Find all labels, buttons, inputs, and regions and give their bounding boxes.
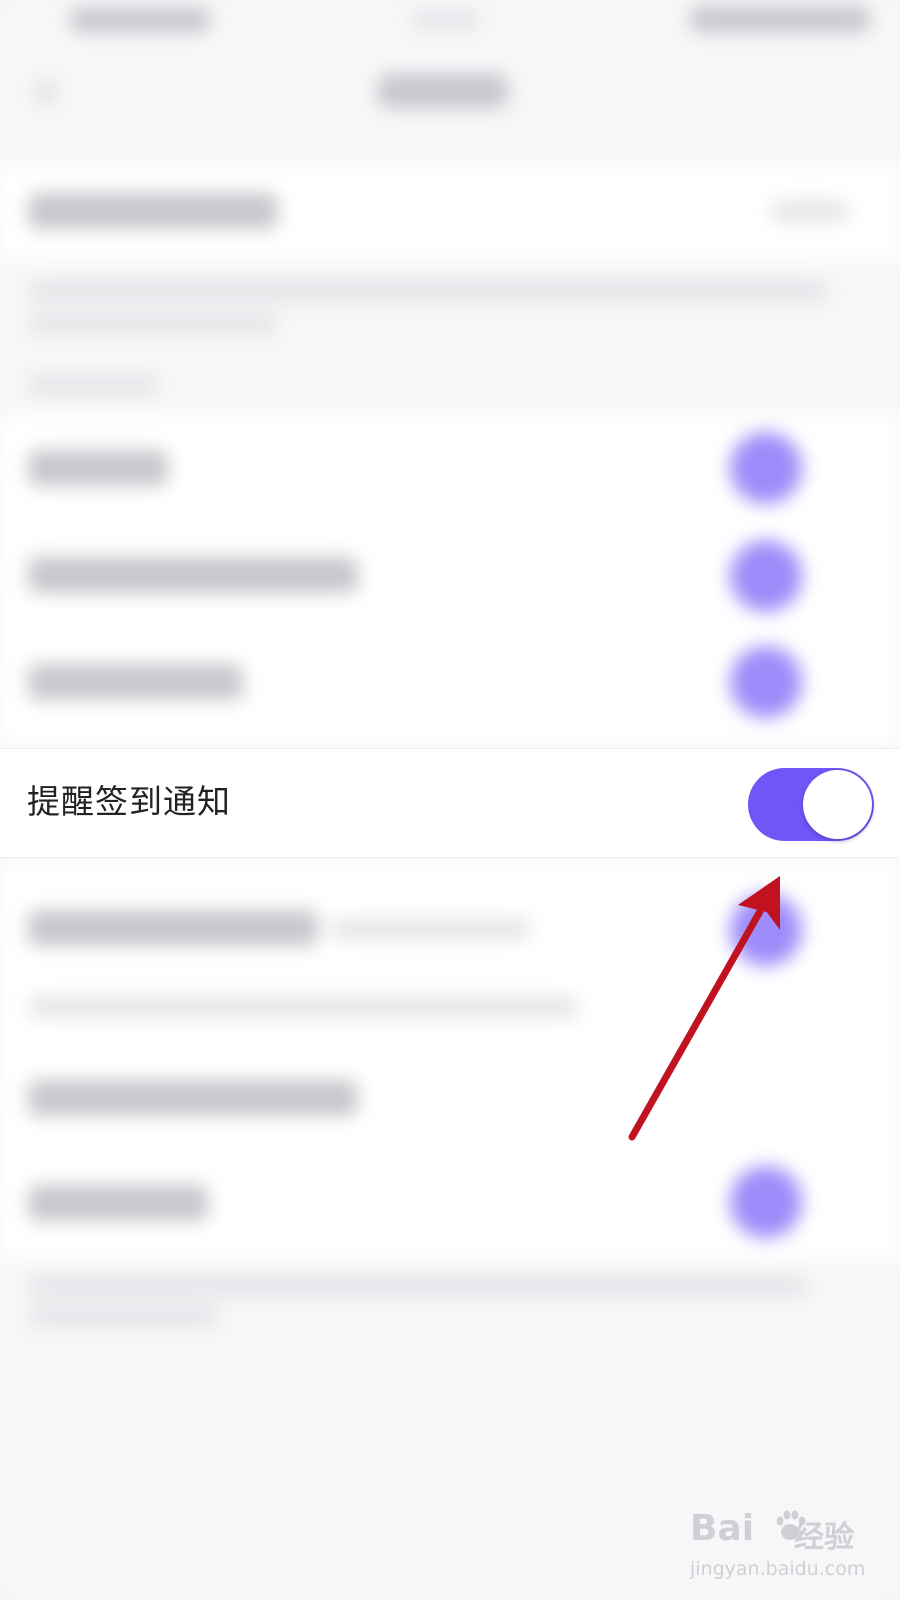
watermark: Bai 经验 jingyan.baidu.com	[686, 1508, 865, 1588]
arrow-shaft	[628, 888, 775, 1141]
annotation-arrow-icon	[628, 876, 780, 1141]
watermark-suffix: 经验	[794, 1520, 854, 1555]
watermark-logo: Bai	[690, 1508, 755, 1549]
watermark-url: jingyan.baidu.com	[690, 1558, 866, 1580]
